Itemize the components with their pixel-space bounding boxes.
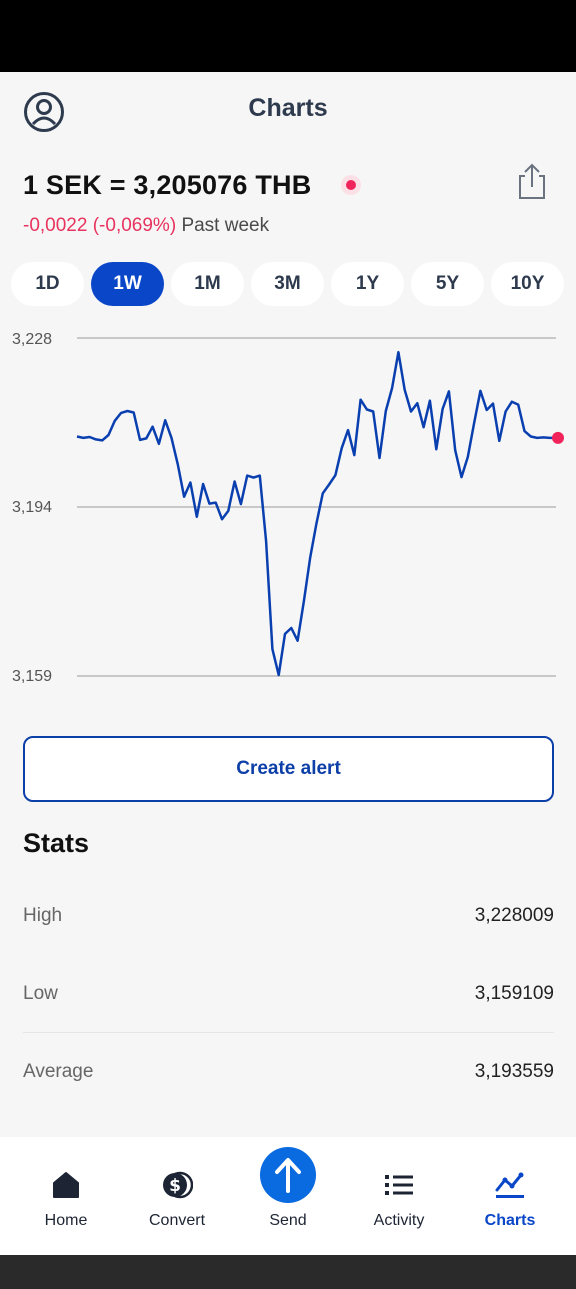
y-tick-label-bottom: 3,159	[12, 668, 52, 685]
nav-label: Activity	[373, 1212, 425, 1229]
rate-change: -0,0022 (-0,069%) Past week	[23, 215, 269, 237]
nav-activity[interactable]: Activity	[344, 1137, 454, 1255]
change-period: Past week	[181, 215, 270, 236]
stat-label: High	[23, 905, 63, 926]
nav-label: Home	[44, 1212, 88, 1229]
range-1d[interactable]: 1D	[11, 262, 84, 306]
range-5y[interactable]: 5Y	[411, 262, 484, 306]
nav-charts[interactable]: Charts	[455, 1137, 565, 1255]
send-icon	[275, 1158, 301, 1193]
stats-title: Stats	[23, 828, 90, 858]
range-10y[interactable]: 10Y	[491, 262, 564, 306]
header: Charts	[0, 72, 576, 148]
range-selector: 1D 1W 1M 3M 1Y 5Y 10Y	[11, 262, 564, 306]
stat-value: 3,159109	[474, 982, 554, 1004]
range-1m[interactable]: 1M	[171, 262, 244, 306]
svg-text:$: $	[169, 1176, 181, 1196]
live-indicator	[341, 175, 361, 195]
nav-send[interactable]: Send	[233, 1137, 343, 1255]
system-nav-bar	[0, 1255, 576, 1289]
nav-label: Charts	[484, 1212, 536, 1229]
range-1w[interactable]: 1W	[91, 262, 164, 306]
y-tick-label-top: 3,228	[12, 331, 52, 348]
range-1y[interactable]: 1Y	[331, 262, 404, 306]
nav-home[interactable]: Home	[11, 1137, 121, 1255]
charts-icon	[495, 1172, 524, 1198]
change-value: -0,0022 (-0,069%)	[23, 215, 177, 236]
stat-row-high: High 3,228009	[23, 877, 554, 955]
current-rate-marker	[552, 431, 564, 444]
stat-value: 3,193559	[474, 1061, 554, 1082]
status-bar	[0, 0, 576, 72]
stat-label: Low	[23, 982, 58, 1004]
stat-row-low: Low 3,159109	[23, 955, 554, 1033]
nav-convert[interactable]: $ Convert	[122, 1137, 232, 1255]
nav-label: Convert	[148, 1212, 206, 1229]
create-alert-button[interactable]: Create alert	[23, 736, 554, 802]
stat-label: Average	[23, 1061, 94, 1082]
y-tick-label-mid: 3,194	[12, 499, 52, 516]
send-button[interactable]	[260, 1147, 316, 1203]
stat-row-average: Average 3,193559	[23, 1033, 554, 1111]
rate-chart[interactable]: 3,228 3,194 3,159	[0, 320, 576, 700]
home-icon	[53, 1172, 79, 1198]
stat-value: 3,228009	[474, 905, 554, 926]
range-3m[interactable]: 3M	[251, 262, 324, 306]
activity-icon	[385, 1175, 413, 1195]
convert-icon: $	[163, 1171, 193, 1199]
nav-label: Send	[269, 1212, 307, 1229]
exchange-rate: 1 SEK = 3,205076 THB	[23, 170, 312, 200]
share-icon[interactable]	[515, 163, 549, 201]
series-line	[76, 350, 556, 677]
bottom-nav: Home $ Convert Send Activity Charts	[0, 1137, 576, 1255]
page-title: Charts	[248, 94, 328, 122]
